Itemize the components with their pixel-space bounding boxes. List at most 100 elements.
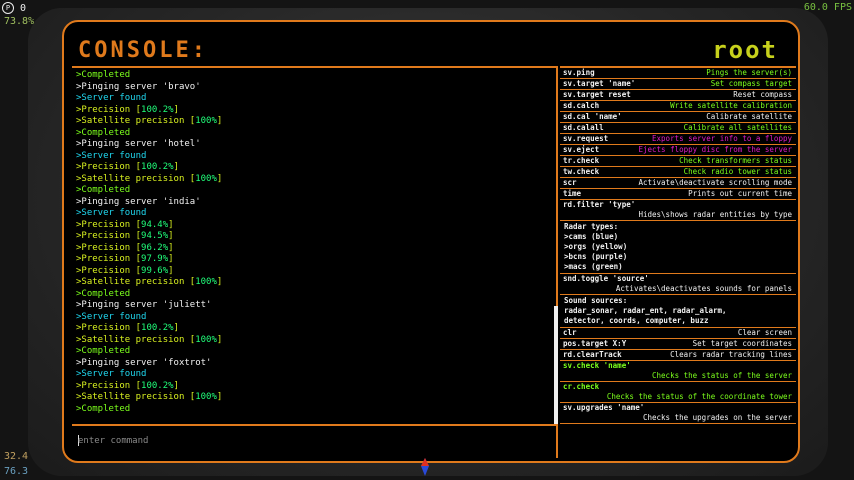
help-command: cr.check [563, 382, 600, 391]
help-row: sv.check 'name' Checks the status of the … [560, 361, 796, 382]
log-line: >Server found [76, 369, 147, 379]
command-line[interactable] [72, 424, 558, 458]
help-description: Set compass target [710, 79, 792, 88]
help-row: sd.calall Calibrate all satellites [560, 123, 796, 134]
log-line: >Precision [94.4%] [76, 219, 174, 230]
hud-top-left: P 0 [2, 2, 26, 14]
help-description: Prints out current time [688, 189, 792, 198]
help-description: Reset compass [733, 90, 792, 99]
help-description: Check transformers status [679, 156, 792, 165]
help-command: sv.upgrades 'name' [563, 403, 645, 412]
log-line: >Pinging server 'hotel' [76, 139, 201, 149]
help-command: tr.check [563, 156, 600, 165]
log-scrollbar[interactable] [554, 306, 558, 424]
help-row: pos.target X:Y Set target coordinates [560, 339, 796, 350]
log-line: >Satellite precision [100%] [76, 334, 223, 345]
log-line: >Satellite precision [100%] [76, 392, 223, 402]
log-line: >Completed [76, 127, 131, 138]
help-row: sv.target 'name' Set compass target [560, 79, 796, 90]
console-screen: CONSOLE: root >Completed >Pinging server … [62, 20, 800, 463]
help-command: sv.ping [563, 68, 595, 77]
help-command: sd.calch [563, 101, 600, 110]
hud-stat-1: 32.4 [4, 451, 29, 462]
help-row: rd.filter 'type' Hides\shows radar entiti… [560, 200, 796, 221]
log-line: >Completed [76, 185, 131, 195]
command-input[interactable] [78, 434, 478, 448]
log-line: >Precision [97.9%] [76, 254, 174, 264]
hud-stat-2: 76.3 [4, 466, 29, 477]
sound-sources-box: Sound sources: radar_sonar, radar_ent, ra… [560, 295, 796, 328]
help-command: time [563, 189, 582, 198]
help-description: Exports server info to a floppy [652, 134, 792, 143]
help-description: Calibrate all satellites [683, 123, 792, 132]
help-row: sv.eject Ejects floppy disc from the serv… [560, 145, 796, 156]
log-line: >Pinging server 'india' [76, 196, 201, 207]
help-description: Activate\deactivate scrolling mode [638, 178, 792, 187]
log-line: >Server found [76, 93, 147, 103]
help-row: clr Clear screen [560, 328, 796, 339]
log-line: >Satellite precision [100%] [76, 116, 223, 126]
log-line: >Precision [100.2%] [76, 162, 179, 172]
help-command: rd.filter 'type' [563, 200, 636, 209]
info-line: radar_sonar, radar_ent, radar_alarm, [564, 306, 727, 315]
help-row: sv.target reset Reset compass [560, 90, 796, 101]
help-description: Pings the server(s) [706, 68, 792, 77]
hud-percent: 73.8% [4, 16, 35, 27]
help-row: rd.clearTrack Clears radar tracking lines [560, 350, 796, 361]
log-line: >Satellite precision [100%] [76, 277, 223, 287]
log-line: >Completed [76, 70, 131, 80]
help-command: snd.toggle 'source' [563, 274, 649, 283]
log-line: >Completed [76, 288, 131, 299]
log-line: >Server found [76, 208, 147, 218]
help-description: Set target coordinates [692, 339, 792, 348]
help-command: pos.target X:Y [563, 339, 627, 348]
help-command: clr [563, 328, 577, 337]
log-line: >Precision [100.2%] [76, 104, 179, 115]
help-command: rd.clearTrack [563, 350, 622, 359]
log-line: >Precision [94.5%] [76, 231, 174, 241]
console-user: root [712, 36, 778, 64]
help-row: sv.ping Pings the server(s) [560, 68, 796, 79]
help-description: Calibrate satellite [706, 112, 792, 121]
help-command: sv.target 'name' [563, 79, 636, 88]
help-description: Checks the status of the coordinate towe… [606, 392, 792, 401]
help-command: sv.check 'name' [563, 361, 631, 370]
console-title: CONSOLE: [78, 38, 208, 63]
log-line: >Server found [76, 150, 147, 161]
help-row: cr.check Checks the status of the coordin… [560, 382, 796, 403]
help-description: Clears radar tracking lines [670, 350, 792, 359]
help-row: tr.check Check transformers status [560, 156, 796, 167]
log-line: >Server found [76, 311, 147, 322]
help-command: sv.request [563, 134, 609, 143]
radar-types-box: Radar types: >cams (blue) >orgs (yellow) >b… [560, 221, 796, 274]
log-line: >Completed [76, 346, 131, 356]
log-line: >Precision [100.2%] [76, 380, 179, 391]
help-row: sd.cal 'name' Calibrate satellite [560, 112, 796, 123]
help-description: Write satellite calibration [670, 101, 792, 110]
info-line: Sound sources: [564, 296, 628, 305]
help-description: Ejects floppy disc from the server [638, 145, 792, 154]
help-row: snd.toggle 'source' Activates\deactivates… [560, 274, 796, 295]
log-line: >Pinging server 'foxtrot' [76, 357, 212, 368]
help-row: scr Activate\deactivate scrolling mode [560, 178, 796, 189]
fps-counter: 60.0 FPS [803, 2, 852, 13]
log-line: >Completed [76, 403, 131, 414]
log-line: >Pinging server 'juliett' [76, 300, 212, 310]
console-log[interactable]: >Completed >Pinging server 'bravo' >Server… [72, 66, 558, 424]
player-icon: P [2, 2, 14, 14]
help-command: sd.calall [563, 123, 604, 132]
help-row: sd.calch Write satellite calibration [560, 101, 796, 112]
hud-counter: 0 [20, 3, 27, 14]
help-description: Hides\shows radar entities by type [638, 210, 792, 219]
info-line: Radar types: [564, 222, 619, 231]
help-panel: sv.ping Pings the server(s) sv.target 'nam… [560, 66, 796, 460]
help-description: Checks the status of the server [652, 371, 792, 380]
help-row: sv.upgrades 'name' Checks the upgrades on… [560, 403, 796, 424]
help-row: sv.request Exports server info to a flopp… [560, 134, 796, 145]
help-description: Activates\deactivates sounds for panels [615, 284, 792, 293]
help-description: Checks the upgrades on the server [642, 413, 792, 422]
info-line: >cams (blue) [564, 232, 619, 241]
help-command: sv.eject [563, 145, 600, 154]
help-command: scr [563, 178, 577, 187]
log-line: >Precision [100.2%] [76, 323, 179, 333]
